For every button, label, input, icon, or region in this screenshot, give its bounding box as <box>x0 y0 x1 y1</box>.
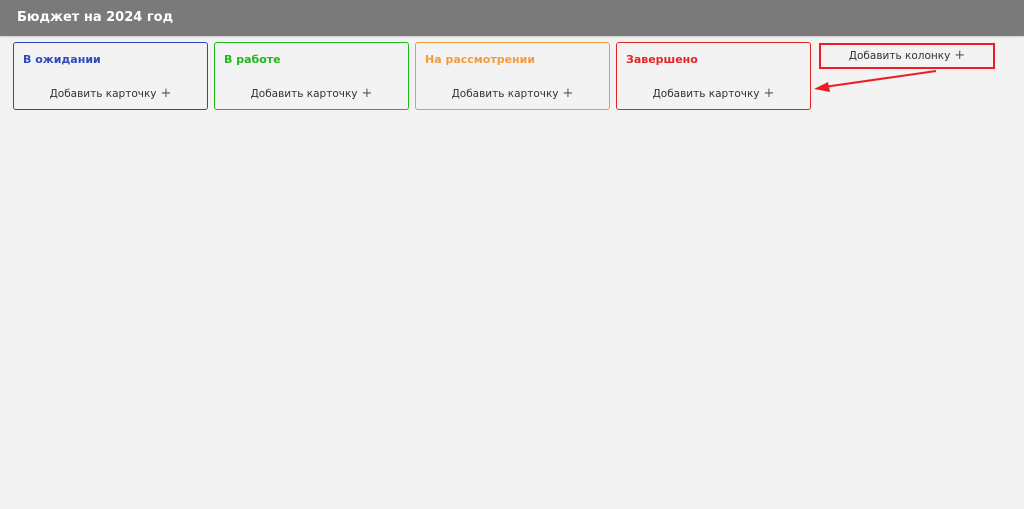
add-card-label: Добавить карточку <box>250 88 358 100</box>
plus-icon: + <box>954 48 966 63</box>
arrow-shaft <box>823 70 937 88</box>
board-title: Бюджет на 2024 год <box>17 10 174 25</box>
plus-icon: + <box>763 86 775 101</box>
arrow-head <box>814 82 830 92</box>
plus-icon: + <box>562 86 574 101</box>
plus-icon: + <box>361 86 373 101</box>
add-card-button[interactable]: Добавить карточку + <box>416 87 609 101</box>
column-pending: В ожидании Добавить карточку + <box>13 42 208 110</box>
kanban-board: В ожидании Добавить карточку + В работе Д… <box>13 42 811 110</box>
add-card-label: Добавить карточку <box>49 88 157 100</box>
add-column-label: Добавить колонку <box>848 50 951 62</box>
column-title[interactable]: В ожидании <box>23 53 101 67</box>
add-card-label: Добавить карточку <box>652 88 760 100</box>
column-under-review: На рассмотрении Добавить карточку + <box>415 42 610 110</box>
add-column-button[interactable]: Добавить колонку + <box>819 43 995 69</box>
column-completed: Завершено Добавить карточку + <box>616 42 811 110</box>
header-bar: Бюджет на 2024 год <box>0 0 1024 36</box>
add-card-label: Добавить карточку <box>451 88 559 100</box>
column-title[interactable]: В работе <box>224 53 281 67</box>
column-in-progress: В работе Добавить карточку + <box>214 42 409 110</box>
column-title[interactable]: На рассмотрении <box>425 53 535 67</box>
add-card-button[interactable]: Добавить карточку + <box>14 87 207 101</box>
add-card-button[interactable]: Добавить карточку + <box>215 87 408 101</box>
column-title[interactable]: Завершено <box>626 53 698 67</box>
add-card-button[interactable]: Добавить карточку + <box>617 87 810 101</box>
plus-icon: + <box>160 86 172 101</box>
